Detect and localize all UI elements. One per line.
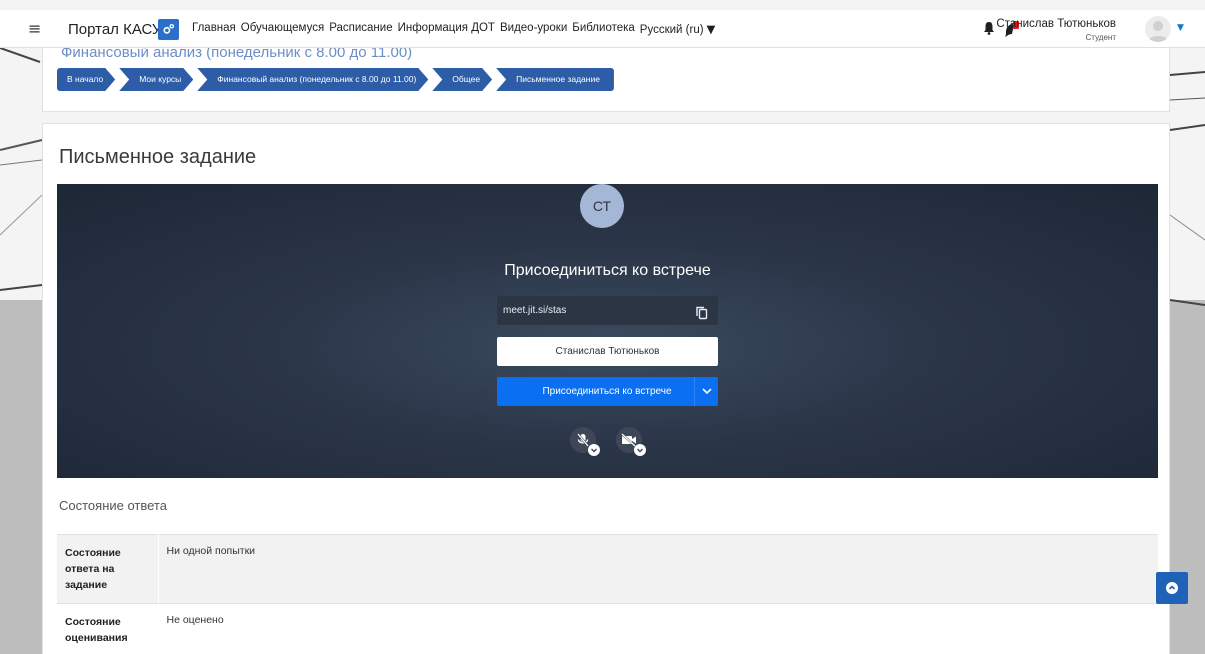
cog-icon[interactable] [158, 19, 179, 40]
submission-status-table: Состояние ответа на задание Ни одной поп… [57, 534, 1158, 654]
breadcrumb-course[interactable]: Финансовый анализ (понедельник с 8.00 до… [197, 68, 428, 91]
user-role: Студент [1085, 33, 1116, 42]
chevron-down-icon[interactable] [588, 444, 600, 456]
nav-link-library[interactable]: Библиотека [572, 22, 635, 36]
scroll-to-top-button[interactable] [1156, 572, 1188, 604]
camera-off-button[interactable] [616, 427, 646, 456]
meeting-url: meet.jit.si/stas [503, 305, 567, 316]
chevron-down-icon[interactable] [694, 377, 718, 406]
copy-icon[interactable] [696, 303, 708, 320]
nav-link-dot-info[interactable]: Информация ДОТ [398, 22, 495, 36]
language-label: Русский (ru) [639, 24, 704, 36]
breadcrumb-section[interactable]: Общее [432, 68, 492, 91]
site-brand[interactable]: Портал КАСУ [68, 21, 161, 38]
join-meeting-label: Присоединиться ко встрече [542, 386, 672, 397]
course-title: Финансовый анализ (понедельник с 8.00 до… [61, 48, 413, 61]
breadcrumb-home[interactable]: В начало [57, 68, 115, 91]
status-value: Ни одной попытки [158, 534, 1158, 604]
language-menu[interactable]: Русский (ru) ▼ [640, 22, 716, 36]
status-label: Состояние ответа на задание [57, 534, 159, 604]
top-navbar: ≡ Портал КАСУ Главная Обучающемуся Распи… [0, 10, 1205, 48]
meeting-url-field[interactable]: meet.jit.si/stas [497, 296, 718, 325]
nav-link-home[interactable]: Главная [192, 22, 236, 36]
breadcrumb-current[interactable]: Письменное задание [496, 68, 614, 91]
avatar-icon[interactable] [1145, 16, 1171, 42]
submission-status-heading: Состояние ответа [59, 498, 167, 513]
jitsi-meeting-frame[interactable]: СТ Присоединиться ко встрече meet.jit.si… [57, 184, 1158, 478]
table-row: Состояние оценивания Не оценено [57, 603, 1158, 654]
nav-link-student[interactable]: Обучающемуся [241, 22, 324, 36]
chevron-up-icon [1166, 582, 1178, 594]
display-name-input[interactable] [497, 337, 718, 366]
page-header: Финансовый анализ (понедельник с 8.00 до… [42, 48, 1170, 112]
menu-icon[interactable]: ≡ [28, 19, 44, 39]
status-value: Не оценено [158, 603, 1158, 654]
table-row: Состояние ответа на задание Ни одной поп… [57, 534, 1158, 604]
nav-links: Главная Обучающемуся Расписание Информац… [192, 22, 715, 36]
status-label: Состояние оценивания [57, 603, 159, 654]
page-title: Письменное задание [59, 146, 257, 168]
chevron-down-icon[interactable] [634, 444, 646, 456]
chevron-down-icon[interactable]: ▼ [1177, 23, 1184, 33]
nav-link-video[interactable]: Видео-уроки [500, 22, 567, 36]
main-content: Письменное задание СТ Присоединиться ко … [42, 123, 1170, 654]
user-name[interactable]: Станислав Тютюньков [996, 18, 1116, 30]
participant-avatar: СТ [580, 184, 624, 228]
bell-icon[interactable] [983, 21, 997, 37]
breadcrumb-my-courses[interactable]: Мои курсы [119, 68, 193, 91]
join-meeting-button[interactable]: Присоединиться ко встрече [497, 377, 718, 406]
microphone-muted-button[interactable] [570, 427, 600, 456]
join-meeting-title: Присоединиться ко встрече [504, 262, 711, 279]
nav-link-schedule[interactable]: Расписание [329, 22, 392, 36]
breadcrumb: В начало Мои курсы Финансовый анализ (по… [57, 68, 618, 91]
caret-down-icon: ▼ [706, 22, 716, 36]
